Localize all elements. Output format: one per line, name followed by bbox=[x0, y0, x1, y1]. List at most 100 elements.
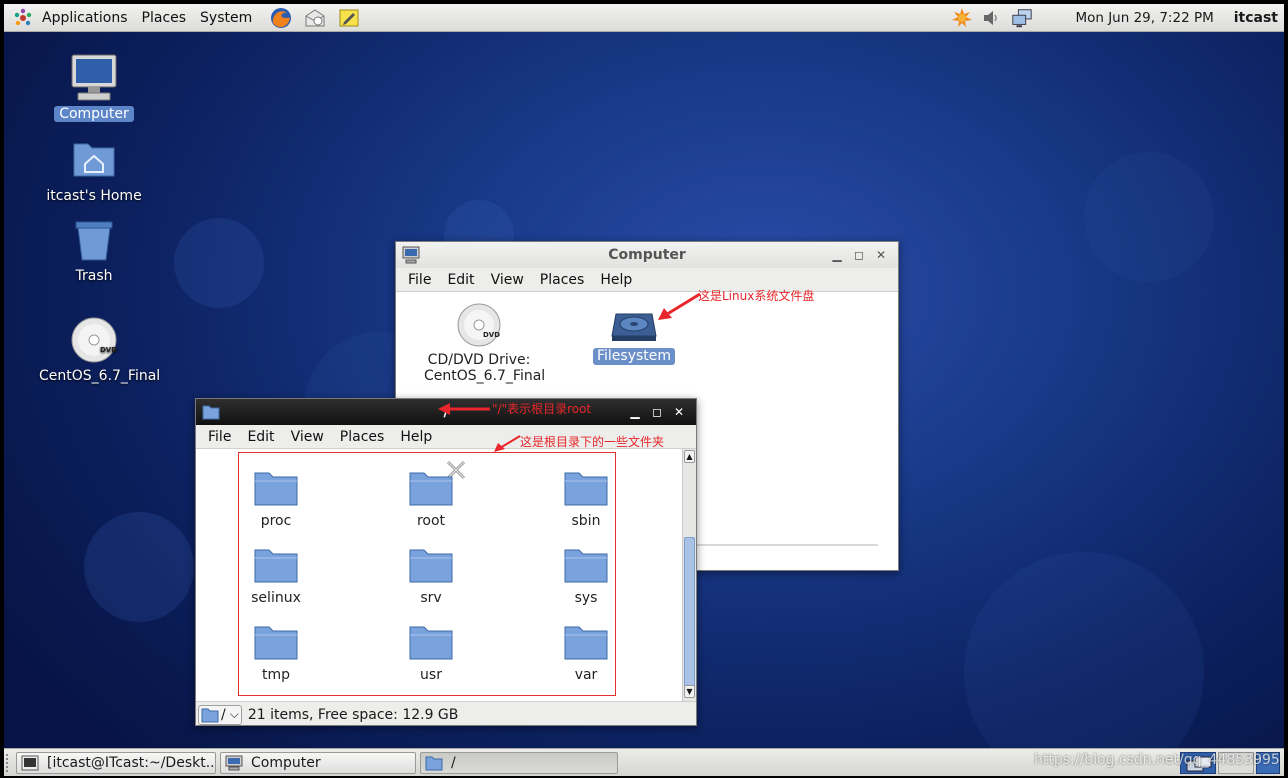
annotation-arrow bbox=[658, 292, 701, 320]
folder-label: root bbox=[416, 513, 446, 529]
folder-icon bbox=[254, 549, 298, 583]
panel-handle[interactable] bbox=[6, 754, 12, 772]
applications-menu[interactable]: Applications bbox=[36, 10, 134, 26]
computer-icon bbox=[402, 246, 420, 264]
minimize-button[interactable]: ▁ bbox=[826, 246, 848, 264]
firefox-icon[interactable] bbox=[270, 7, 292, 29]
dvd-icon: DVD bbox=[68, 314, 120, 366]
taskbar-item-root[interactable]: / bbox=[420, 752, 618, 774]
bottom-panel: [itcast@ITcast:~/Deskt... Computer / htt… bbox=[4, 748, 1284, 776]
taskbar-item-label: Computer bbox=[251, 755, 321, 771]
menu-view[interactable]: View bbox=[483, 272, 532, 288]
scroll-up-button[interactable]: ▲ bbox=[684, 450, 695, 463]
notes-icon[interactable] bbox=[338, 7, 360, 29]
desktop: Computer itcast's Home Trash DVD CentOS_… bbox=[4, 32, 1284, 748]
panel-right: Mon Jun 29, 7:22 PM itcast bbox=[947, 4, 1278, 32]
root-title-annotation: "/"表示根目录root bbox=[492, 402, 592, 416]
folder-item[interactable]: sbin bbox=[541, 469, 631, 529]
menu-view[interactable]: View bbox=[283, 429, 332, 445]
scrollbar-thumb[interactable] bbox=[684, 537, 695, 687]
item-label-line2: CentOS_6.7_Final bbox=[424, 368, 546, 384]
minimize-button[interactable]: ▁ bbox=[624, 403, 646, 421]
gnome-foot-icon[interactable] bbox=[12, 7, 34, 29]
desktop-icon-computer[interactable]: Computer bbox=[34, 52, 154, 122]
icon-view[interactable]: proc root sbin selinux srv sys tmp usr var bbox=[196, 449, 682, 701]
folder-icon bbox=[254, 626, 298, 660]
desktop-icon-label: Trash bbox=[75, 268, 113, 284]
filesystem-annotation: 这是Linux系统文件盘 bbox=[698, 289, 815, 303]
mail-icon[interactable] bbox=[304, 7, 326, 29]
folder-label: var bbox=[574, 667, 598, 683]
location-dropdown[interactable]: / ⌵ bbox=[198, 704, 242, 725]
folder-item[interactable]: tmp bbox=[231, 623, 321, 683]
menu-file[interactable]: File bbox=[200, 429, 239, 445]
harddisk-icon bbox=[611, 313, 657, 341]
folder-item[interactable]: sys bbox=[541, 546, 631, 606]
computer-window-titlebar[interactable]: Computer ▁ ◻ ✕ bbox=[396, 242, 898, 268]
clock[interactable]: Mon Jun 29, 7:22 PM bbox=[1075, 10, 1213, 26]
places-menu[interactable]: Places bbox=[136, 10, 193, 26]
cd-dvd-drive-item[interactable]: DVD CD/DVD Drive: CentOS_6.7_Final bbox=[424, 302, 546, 384]
folders-annotation: 这是根目录下的一些文件夹 bbox=[520, 435, 665, 449]
folder-icon bbox=[201, 708, 219, 722]
menu-edit[interactable]: Edit bbox=[439, 272, 482, 288]
home-folder-icon bbox=[68, 134, 120, 186]
workspace-3[interactable] bbox=[1256, 752, 1280, 774]
scroll-track bbox=[696, 544, 878, 546]
user-name[interactable]: itcast bbox=[1234, 10, 1278, 26]
folder-label: selinux bbox=[251, 590, 301, 606]
menu-file[interactable]: File bbox=[400, 272, 439, 288]
system-menu[interactable]: System bbox=[194, 10, 258, 26]
taskbar-item-label: [itcast@ITcast:~/Deskt... bbox=[47, 755, 216, 771]
folder-item[interactable]: root bbox=[386, 469, 476, 529]
desktop-icon-dvd[interactable]: DVD CentOS_6.7_Final bbox=[34, 314, 160, 384]
desktop-icon-trash[interactable]: Trash bbox=[34, 214, 154, 284]
folder-item[interactable]: selinux bbox=[231, 546, 321, 606]
desktop-icon-home[interactable]: itcast's Home bbox=[34, 134, 154, 204]
close-button[interactable]: ✕ bbox=[870, 246, 892, 264]
folder-item[interactable]: usr bbox=[386, 623, 476, 683]
menu-places[interactable]: Places bbox=[332, 429, 393, 445]
volume-icon[interactable] bbox=[981, 7, 1003, 29]
folder-label: tmp bbox=[261, 667, 290, 683]
svg-text:DVD: DVD bbox=[100, 346, 117, 354]
item-label-line1: CD/DVD Drive: bbox=[427, 352, 531, 368]
vertical-scrollbar[interactable]: ▲ ▼ bbox=[682, 449, 696, 701]
trash-icon bbox=[68, 214, 120, 266]
folder-icon bbox=[409, 549, 453, 583]
folder-item[interactable]: var bbox=[541, 623, 631, 683]
taskbar-item-terminal[interactable]: [itcast@ITcast:~/Deskt... bbox=[16, 752, 216, 774]
folder-item[interactable]: proc bbox=[231, 469, 321, 529]
menu-help[interactable]: Help bbox=[392, 429, 440, 445]
taskbar-item-label: / bbox=[451, 755, 456, 771]
folder-label: sys bbox=[574, 590, 598, 606]
folder-icon bbox=[409, 472, 453, 506]
menu-places[interactable]: Places bbox=[532, 272, 593, 288]
folder-icon bbox=[254, 472, 298, 506]
folder-icon bbox=[564, 549, 608, 583]
update-icon[interactable] bbox=[951, 7, 973, 29]
menu-help[interactable]: Help bbox=[592, 272, 640, 288]
maximize-button[interactable]: ◻ bbox=[848, 246, 870, 264]
network-icon[interactable] bbox=[1011, 7, 1033, 29]
chevron-down-icon: ⌵ bbox=[229, 707, 239, 721]
workspace-2[interactable] bbox=[1218, 752, 1254, 774]
annotation-arrow bbox=[438, 403, 490, 415]
status-bar: / ⌵ 21 items, Free space: 12.9 GB bbox=[196, 701, 696, 725]
folder-item[interactable]: srv bbox=[386, 546, 476, 606]
annotation-arrow bbox=[494, 435, 521, 452]
folder-icon bbox=[202, 403, 220, 421]
close-button[interactable]: ✕ bbox=[668, 403, 690, 421]
desktop-icon-label: itcast's Home bbox=[46, 188, 142, 204]
desktop-icon-label: CentOS_6.7_Final bbox=[39, 368, 161, 384]
workspace-1[interactable] bbox=[1180, 752, 1216, 774]
taskbar-item-computer[interactable]: Computer bbox=[220, 752, 416, 774]
menu-edit[interactable]: Edit bbox=[239, 429, 282, 445]
svg-text:DVD: DVD bbox=[483, 331, 500, 339]
scroll-down-button[interactable]: ▼ bbox=[684, 685, 695, 698]
maximize-button[interactable]: ◻ bbox=[646, 403, 668, 421]
folder-icon bbox=[564, 472, 608, 506]
top-panel: Applications Places System Mon Jun 29, 7… bbox=[4, 4, 1284, 32]
desktop-icon-label: Computer bbox=[54, 106, 134, 122]
folder-label: sbin bbox=[571, 513, 601, 529]
